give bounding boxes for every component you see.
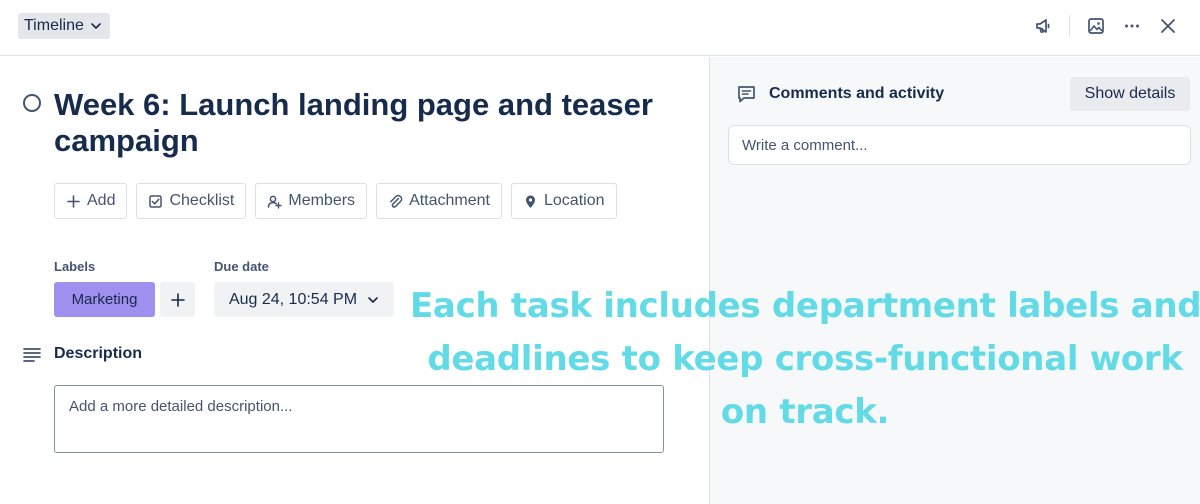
attachment-button[interactable]: Attachment: [376, 183, 502, 219]
plus-icon: [67, 194, 80, 208]
add-button[interactable]: Add: [54, 183, 128, 219]
caption-line: deadlines to keep cross-functional work: [427, 339, 1183, 379]
complete-toggle[interactable]: [23, 94, 41, 112]
card-header: Timeline: [0, 0, 1200, 56]
members-button[interactable]: Members: [255, 183, 368, 219]
caption-line: on track.: [720, 392, 890, 432]
due-date-heading: Due date: [214, 259, 269, 274]
description-icon: [23, 348, 41, 362]
overlay-caption: Each task includes department labels and…: [410, 280, 1200, 439]
comment-placeholder: Write a comment...: [742, 136, 868, 154]
due-date-button[interactable]: Aug 24, 10:54 PM: [214, 282, 394, 317]
list-name: Timeline: [24, 17, 84, 34]
add-label-button[interactable]: [160, 282, 195, 317]
checklist-button-label: Checklist: [169, 192, 235, 209]
checklist-icon: [149, 194, 163, 208]
card-actions: Add Checklist Members Attachment Locatio…: [54, 183, 617, 219]
close-icon[interactable]: [1150, 12, 1186, 40]
comment-icon: [738, 86, 755, 103]
activity-heading: Comments and activity: [769, 85, 945, 102]
description-heading: Description: [54, 345, 143, 362]
chevron-down-icon: [368, 296, 378, 303]
show-details-button[interactable]: Show details: [1070, 77, 1190, 111]
megaphone-icon[interactable]: [1025, 12, 1061, 40]
chevron-down-icon: [91, 23, 101, 29]
due-date-value: Aug 24, 10:54 PM: [228, 290, 358, 308]
labels-heading: Labels: [54, 259, 96, 274]
label-chip-marketing[interactable]: Marketing: [54, 282, 155, 317]
comment-input[interactable]: Write a comment...: [728, 125, 1191, 165]
add-member-icon: [268, 195, 283, 209]
caption-line: Each task includes department labels and: [410, 286, 1200, 326]
paperclip-icon: [390, 194, 403, 208]
checklist-button[interactable]: Checklist: [136, 183, 247, 219]
location-button-label: Location: [544, 192, 605, 209]
location-pin-icon: [526, 195, 535, 208]
header-divider: [1069, 15, 1070, 37]
members-button-label: Members: [288, 192, 356, 209]
location-button[interactable]: Location: [511, 183, 617, 219]
plus-icon: [170, 292, 185, 307]
card-title[interactable]: Week 6: Launch landing page and teaser c…: [54, 87, 674, 159]
add-button-label: Add: [87, 192, 116, 209]
header-actions: [1025, 12, 1186, 40]
image-icon[interactable]: [1078, 12, 1114, 40]
list-selector-button[interactable]: Timeline: [18, 13, 110, 39]
more-icon[interactable]: [1114, 12, 1150, 40]
attachment-button-label: Attachment: [409, 192, 490, 209]
description-placeholder: Add a more detailed description...: [69, 398, 293, 415]
